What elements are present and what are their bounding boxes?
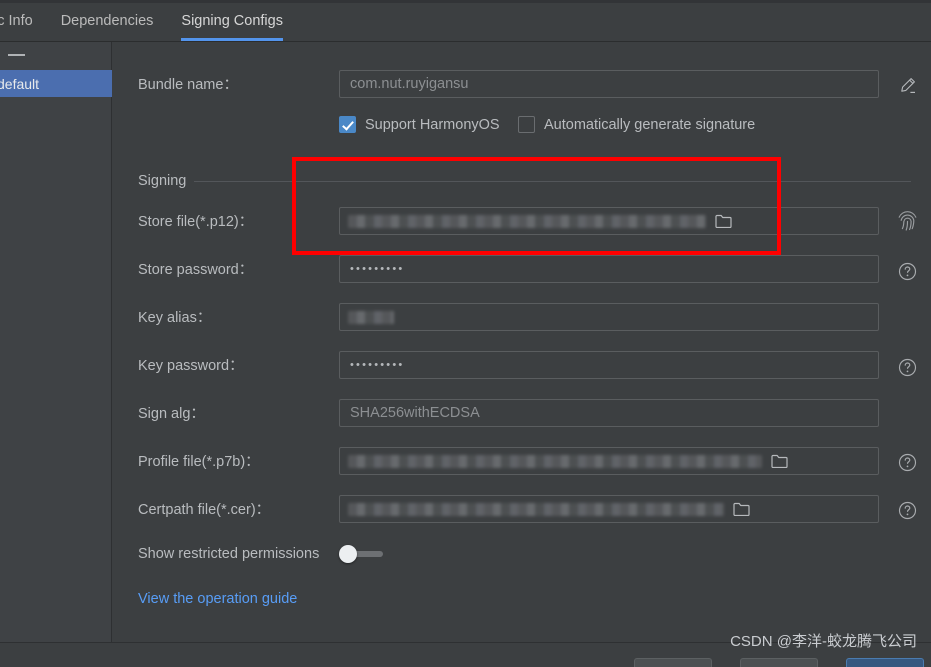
key-alias-input[interactable]: [339, 303, 879, 331]
key-password-value: •••••••••: [350, 359, 405, 371]
store-file-label: Store file(*.p12)：: [138, 214, 254, 230]
watermark-text: CSDN @李洋-蛟龙腾飞公司: [730, 633, 917, 650]
folder-icon[interactable]: [762, 448, 796, 474]
bundle-name-value: com.nut.ruyigansu: [350, 76, 469, 92]
toggle-knob: [339, 545, 357, 563]
signing-section-divider: [138, 181, 911, 182]
checkbox-checked-icon: [339, 116, 356, 133]
folder-icon[interactable]: [724, 496, 758, 522]
certpath-file-label: Certpath file(*.cer)：: [138, 502, 271, 518]
checkbox-unchecked-icon: [518, 116, 535, 133]
certpath-file-redacted-value: [348, 502, 724, 516]
key-password-label: Key password：: [138, 358, 244, 374]
tab-dependencies-label: Dependencies: [60, 12, 154, 29]
sidebar-toolbar: [0, 42, 112, 70]
dialog-button-primary[interactable]: [846, 658, 924, 667]
configs-sidebar: default: [0, 42, 112, 642]
signing-section-header: Signing: [118, 171, 931, 191]
help-icon[interactable]: [895, 355, 919, 379]
support-harmonyos-checkbox[interactable]: Support HarmonyOS: [339, 116, 500, 133]
pencil-icon[interactable]: [895, 73, 919, 97]
key-alias-redacted-value: [348, 310, 394, 324]
tab-basic-info[interactable]: ic Info: [0, 0, 47, 41]
auto-generate-signature-checkbox[interactable]: Automatically generate signature: [518, 116, 755, 133]
profile-file-label: Profile file(*.p7b)：: [138, 454, 260, 470]
key-alias-label: Key alias：: [138, 310, 212, 326]
tab-bar: ic Info Dependencies Signing Configs: [0, 0, 931, 42]
sign-alg-label: Sign alg：: [138, 406, 205, 422]
bundle-name-row: Bundle name： com.nut.ruyigansu: [118, 70, 931, 100]
sidebar-item-default[interactable]: default: [0, 70, 112, 97]
profile-file-redacted-value: [348, 454, 762, 468]
remove-config-button[interactable]: [8, 54, 25, 56]
signing-section-title: Signing: [138, 171, 195, 191]
store-password-value: •••••••••: [350, 263, 405, 275]
sign-alg-value: SHA256withECDSA: [350, 405, 480, 421]
folder-icon[interactable]: [706, 208, 740, 234]
fingerprint-icon[interactable]: [895, 208, 919, 232]
help-icon[interactable]: [895, 498, 919, 522]
key-password-input[interactable]: •••••••••: [339, 351, 879, 379]
bundle-name-label: Bundle name：: [138, 77, 238, 93]
store-file-input[interactable]: [339, 207, 879, 235]
bundle-name-input[interactable]: com.nut.ruyigansu: [339, 70, 879, 98]
tab-basic-info-label: ic Info: [0, 12, 33, 29]
sign-alg-input[interactable]: SHA256withECDSA: [339, 399, 879, 427]
store-file-row: Store file(*.p12)：: [118, 207, 931, 237]
store-file-redacted-value: [348, 214, 706, 228]
signature-options-row: Support HarmonyOS Automatically generate…: [118, 116, 931, 138]
tab-dependencies[interactable]: Dependencies: [47, 0, 168, 41]
certpath-file-input[interactable]: [339, 495, 879, 523]
auto-generate-signature-label: Automatically generate signature: [544, 116, 756, 133]
help-icon[interactable]: [895, 450, 919, 474]
show-restricted-permissions-row: Show restricted permissions: [118, 542, 931, 566]
sidebar-item-label: default: [0, 75, 40, 92]
support-harmonyos-label: Support HarmonyOS: [365, 116, 500, 133]
signing-form-panel: Bundle name： com.nut.ruyigansu Support H…: [118, 42, 931, 642]
dialog-button-middle[interactable]: [740, 658, 818, 667]
tab-signing-configs[interactable]: Signing Configs: [167, 0, 297, 41]
store-password-label: Store password：: [138, 262, 254, 278]
tab-signing-configs-label: Signing Configs: [181, 12, 283, 29]
show-restricted-permissions-label: Show restricted permissions: [138, 546, 320, 562]
help-icon[interactable]: [895, 259, 919, 283]
profile-file-input[interactable]: [339, 447, 879, 475]
store-password-input[interactable]: •••••••••: [339, 255, 879, 283]
key-password-row: Key password： •••••••••: [118, 351, 931, 381]
certpath-file-row: Certpath file(*.cer)：: [118, 495, 931, 525]
show-restricted-permissions-toggle[interactable]: [339, 545, 383, 563]
operation-guide-link[interactable]: View the operation guide: [138, 591, 297, 607]
sign-alg-row: Sign alg： SHA256withECDSA: [118, 399, 931, 429]
signing-configs-screen: ic Info Dependencies Signing Configs def…: [0, 0, 931, 667]
dialog-button-left[interactable]: [634, 658, 712, 667]
profile-file-row: Profile file(*.p7b)：: [118, 447, 931, 477]
store-password-row: Store password： •••••••••: [118, 255, 931, 285]
key-alias-row: Key alias：: [118, 303, 931, 333]
